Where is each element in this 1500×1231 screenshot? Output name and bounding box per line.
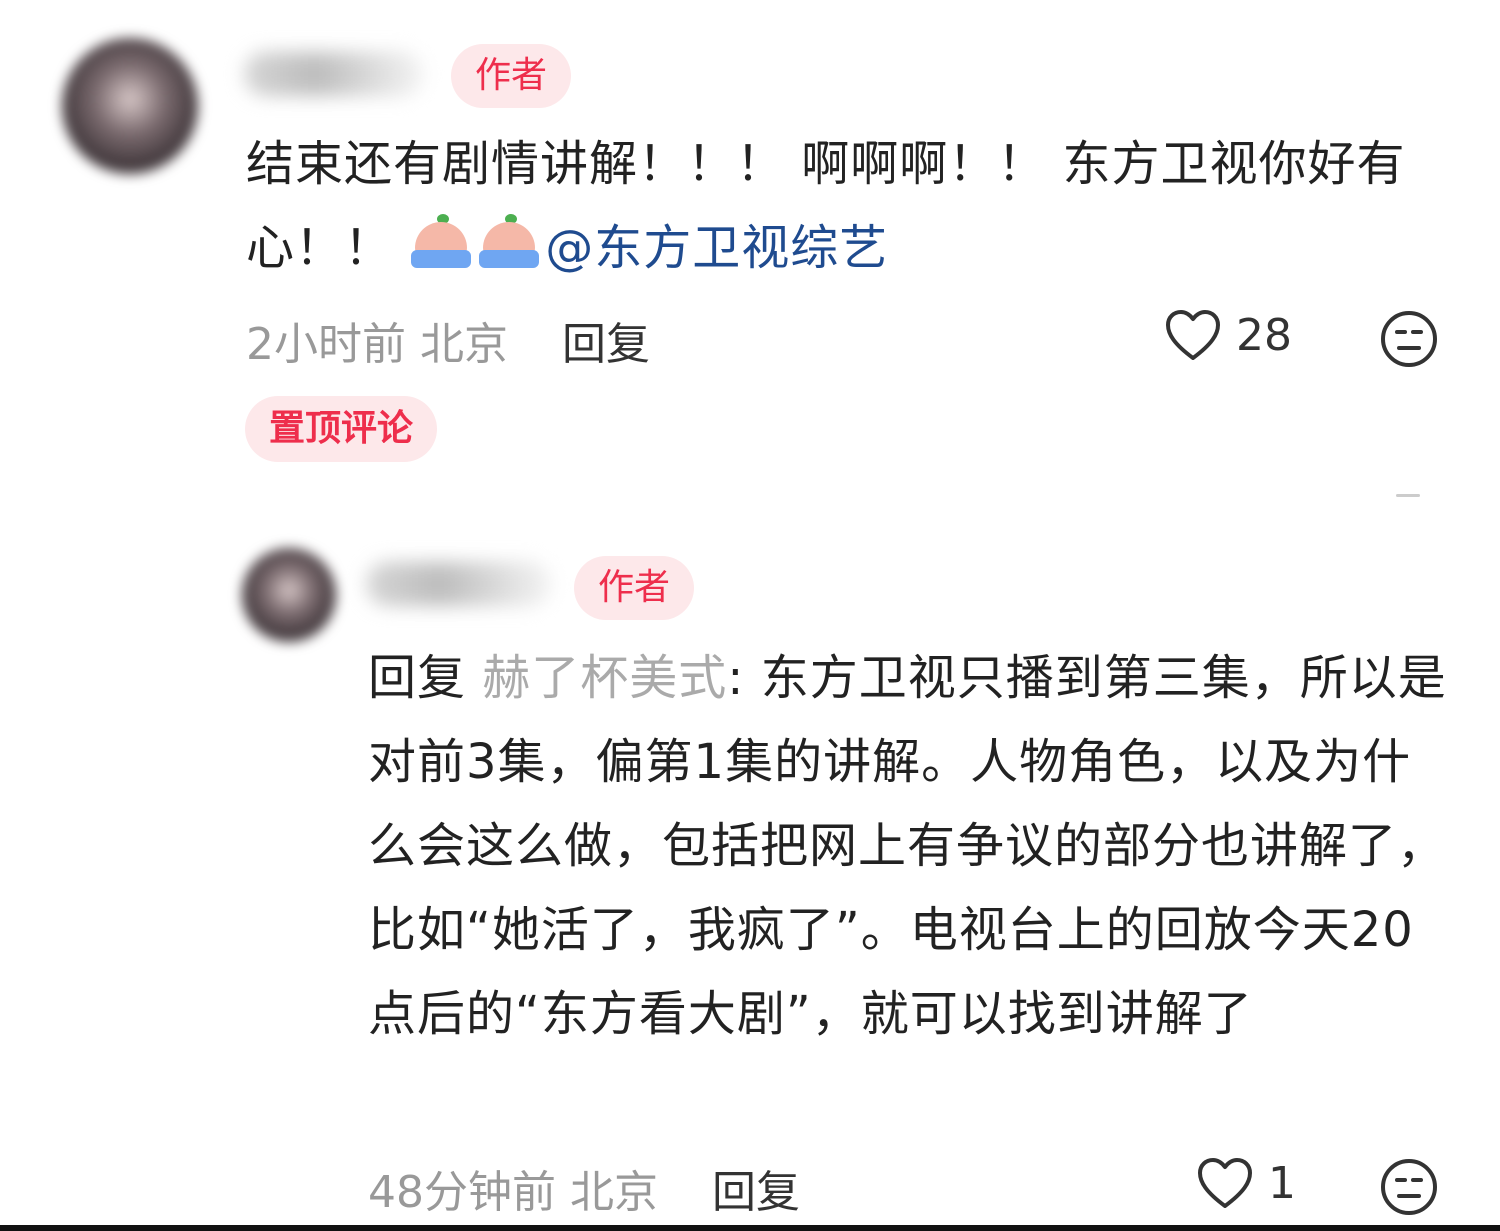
username-blurred[interactable] xyxy=(244,52,424,96)
heart-icon xyxy=(1198,1158,1252,1208)
comment-location: 北京 xyxy=(420,319,508,370)
comment-meta: 2小时前 北京 回复 xyxy=(246,308,650,372)
divider xyxy=(1396,494,1420,497)
heart-icon xyxy=(1166,310,1220,360)
like-count: 28 xyxy=(1236,309,1292,361)
reply-text[interactable]: 回复 赫了杯美式: 东方卫视只播到第三集，所以是对前3集，偏第1集的讲解。人物角… xyxy=(368,636,1458,1056)
reply-target-username[interactable]: 赫了杯美式 xyxy=(482,650,727,706)
reply-button[interactable]: 回复 xyxy=(562,319,650,370)
author-badge: 作者 xyxy=(574,556,695,620)
reply-button[interactable]: 回复 xyxy=(712,1167,800,1218)
mention-link[interactable]: @东方卫视综艺 xyxy=(545,220,888,276)
reply-body: : 东方卫视只播到第三集，所以是对前3集，偏第1集的讲解。人物角色，以及为什么会… xyxy=(368,650,1447,1042)
comment-thread: 作者 结束还有剧情讲解！！！ 啊啊啊！！ 东方卫视你好有心！！ @东方卫视综艺 … xyxy=(0,0,1500,1231)
username-blurred[interactable] xyxy=(366,562,552,606)
like-count: 1 xyxy=(1268,1157,1296,1209)
crying-face-emoji-icon xyxy=(409,214,473,270)
like-button[interactable]: 1 xyxy=(1196,1156,1296,1210)
comment-time: 48分钟前 xyxy=(368,1167,556,1218)
comment-text[interactable]: 结束还有剧情讲解！！！ 啊啊啊！！ 东方卫视你好有心！！ @东方卫视综艺 xyxy=(246,122,1436,290)
comment-meta: 48分钟前 北京 回复 xyxy=(368,1156,800,1220)
crying-face-emoji-icon xyxy=(477,214,541,270)
pinned-comment-badge: 置顶评论 xyxy=(245,396,438,462)
like-button[interactable]: 28 xyxy=(1164,308,1292,362)
comment-time: 2小时前 xyxy=(246,319,406,370)
reply-prefix: 回复 xyxy=(368,650,467,706)
avatar[interactable] xyxy=(62,38,198,174)
dislike-icon[interactable] xyxy=(1380,310,1438,368)
bottom-edge xyxy=(0,1225,1500,1231)
author-badge: 作者 xyxy=(451,44,572,108)
comment-location: 北京 xyxy=(570,1167,658,1218)
dislike-icon[interactable] xyxy=(1380,1158,1438,1216)
avatar[interactable] xyxy=(242,548,336,642)
